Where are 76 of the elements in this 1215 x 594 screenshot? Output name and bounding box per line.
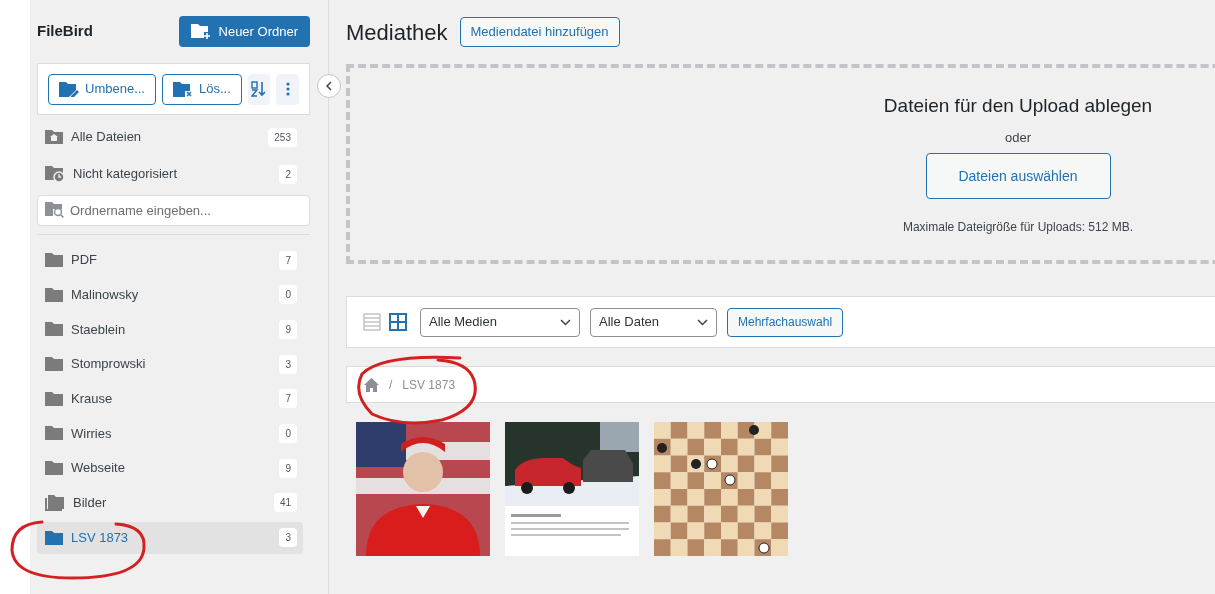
folder-icon — [45, 391, 63, 406]
folder-count: 9 — [279, 458, 297, 478]
folder-name: Alle Dateien — [71, 128, 143, 147]
upload-or-text: oder — [1005, 128, 1031, 147]
folder-clock-icon — [45, 166, 65, 182]
folder-icon — [45, 461, 63, 476]
page-title: Mediathek — [346, 18, 448, 47]
folder-item[interactable]: Malinowsky 0 — [37, 278, 303, 311]
folder-search-icon — [45, 202, 64, 218]
folder-icon — [45, 357, 63, 372]
home-folder-icon — [45, 130, 63, 144]
folder-search-field[interactable]: Ordnername eingeben... — [37, 195, 310, 226]
folder-item[interactable]: LSV 1873 3 — [37, 521, 303, 554]
folder-item[interactable]: Nicht kategorisiert 2 — [37, 158, 303, 190]
folder-item[interactable]: Wirries 0 — [37, 417, 303, 450]
folder-plus-icon — [190, 23, 211, 40]
delete-button[interactable]: Lös... — [162, 73, 242, 105]
chevron-down-icon — [560, 318, 571, 326]
folder-icon — [45, 287, 63, 302]
chevron-left-icon — [326, 81, 332, 91]
more-button[interactable] — [276, 73, 299, 105]
folder-count: 0 — [279, 423, 297, 443]
breadcrumb-current: LSV 1873 — [402, 376, 456, 394]
folder-icon — [45, 530, 63, 545]
rename-button[interactable]: Umbene... — [48, 73, 156, 105]
folder-item[interactable]: Webseite 9 — [37, 452, 303, 485]
sort-button[interactable] — [247, 73, 271, 105]
upload-dropzone[interactable]: Dateien für den Upload ablegen oder Dateien auswählen Maximale Dateigröße für Uploads: 512 MB. — [346, 64, 1215, 264]
folder-count: 0 — [279, 285, 297, 305]
sort-az-icon — [251, 81, 268, 97]
folder-count: 2 — [279, 164, 297, 184]
folder-count: 7 — [279, 250, 297, 270]
folder-name: Staeblein — [71, 320, 127, 339]
grid-view-icon[interactable] — [389, 313, 407, 331]
folder-name: Wirries — [71, 424, 113, 443]
list-view-icon[interactable] — [363, 313, 381, 331]
max-upload-note: Maximale Dateigröße für Uploads: 512 MB. — [902, 219, 1134, 236]
filter-select[interactable]: Alle Medien — [420, 307, 580, 337]
folder-name: Malinowsky — [71, 285, 140, 304]
folder-count: 253 — [268, 127, 297, 147]
folder-name: PDF — [71, 251, 98, 270]
folder-name: Stomprowski — [71, 355, 147, 374]
folder-count: 3 — [279, 528, 297, 547]
folders-icon — [45, 494, 65, 511]
folder-item[interactable]: Bilder 41 — [37, 486, 303, 519]
folder-name: LSV 1873 — [71, 528, 130, 547]
folder-count: 9 — [279, 319, 297, 339]
folder-count: 3 — [279, 354, 297, 374]
folder-item[interactable]: Staeblein 9 — [37, 313, 303, 346]
collapse-button[interactable] — [317, 74, 341, 98]
filter-select[interactable]: Alle Daten — [590, 307, 717, 337]
home-icon[interactable] — [364, 377, 379, 392]
folder-item[interactable]: PDF 7 — [37, 244, 303, 276]
upload-heading: Dateien für den Upload ablegen — [883, 94, 1153, 118]
folder-name: Nicht kategorisiert — [73, 165, 179, 184]
folder-icon — [45, 426, 63, 441]
folder-name: Webseite — [71, 459, 126, 478]
more-icon — [285, 82, 290, 96]
select-files-button[interactable]: Dateien auswählen — [925, 153, 1111, 199]
new-folder-button[interactable]: Neuer Ordner — [178, 16, 310, 47]
folder-icon — [45, 253, 63, 267]
folder-count: 7 — [279, 389, 297, 409]
sidebar-title: FileBird — [37, 21, 93, 42]
folder-name: Bilder — [73, 494, 108, 513]
folder-name: Krause — [71, 390, 114, 408]
folder-x-icon — [173, 81, 193, 97]
folder-count: 41 — [273, 493, 297, 513]
bulk-select-button[interactable]: Mehrfachauswahl — [727, 307, 844, 337]
folder-icon — [45, 322, 63, 337]
chevron-down-icon — [697, 318, 708, 326]
folder-item[interactable]: Alle Dateien 253 — [37, 121, 303, 153]
breadcrumb-separator: / — [389, 376, 393, 394]
folder-pencil-icon — [59, 81, 79, 97]
add-media-button[interactable]: Mediendatei hinzufügen — [459, 17, 620, 47]
folder-item[interactable]: Krause 7 — [37, 382, 303, 415]
folder-item[interactable]: Stomprowski 3 — [37, 348, 303, 381]
